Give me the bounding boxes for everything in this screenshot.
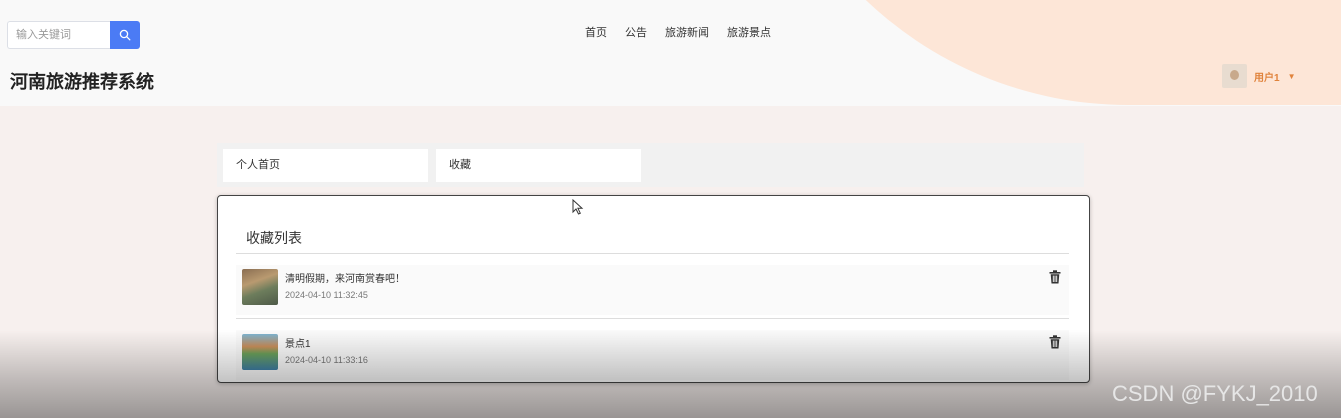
item-title: 景点1 [285, 339, 311, 350]
favorite-item[interactable]: 清明假期，来河南赏春吧！ 2024-04-10 11:32:45 [236, 265, 1069, 315]
nav-travel-news[interactable]: 旅游新闻 [665, 24, 709, 40]
main-nav: 首页 公告 旅游新闻 旅游景点 [585, 24, 771, 40]
nav-attractions[interactable]: 旅游景点 [727, 24, 771, 40]
search-icon [119, 29, 131, 41]
watermark: CSDN @FYKJ_2010 [1112, 381, 1318, 406]
trash-icon[interactable] [1049, 335, 1061, 349]
divider [236, 253, 1069, 254]
profile-tabs: 个人首页 收藏 [217, 143, 1084, 187]
tab-personal-home[interactable]: 个人首页 [223, 149, 428, 182]
caret-down-icon: ▼ [1287, 71, 1296, 81]
trash-icon[interactable] [1049, 270, 1061, 284]
avatar [1222, 64, 1247, 88]
user-name: 用户1 [1254, 72, 1280, 84]
item-thumbnail [242, 269, 278, 305]
favorites-title: 收藏列表 [246, 230, 302, 246]
divider [236, 318, 1069, 319]
header-decoration [748, 0, 1341, 105]
user-menu[interactable]: 用户1 ▼ [1222, 64, 1295, 88]
favorites-panel: 收藏列表 清明假期，来河南赏春吧！ 2024-04-10 11:32:45 景点… [217, 195, 1090, 383]
search-button[interactable] [110, 21, 140, 49]
item-date: 2024-04-10 11:32:45 [285, 290, 368, 300]
item-date: 2024-04-10 11:33:16 [285, 355, 368, 365]
nav-home[interactable]: 首页 [585, 24, 607, 40]
top-header: 首页 公告 旅游新闻 旅游景点 河南旅游推荐系统 用户1 ▼ [0, 0, 1341, 106]
favorite-item[interactable]: 景点1 2024-04-10 11:33:16 [236, 330, 1069, 380]
site-title: 河南旅游推荐系统 [10, 72, 154, 92]
nav-announcements[interactable]: 公告 [625, 24, 647, 40]
search-input[interactable] [7, 21, 110, 49]
item-title: 清明假期，来河南赏春吧！ [285, 274, 405, 285]
item-thumbnail [242, 334, 278, 370]
mouse-cursor-icon [572, 199, 584, 215]
tab-favorites[interactable]: 收藏 [436, 149, 641, 182]
